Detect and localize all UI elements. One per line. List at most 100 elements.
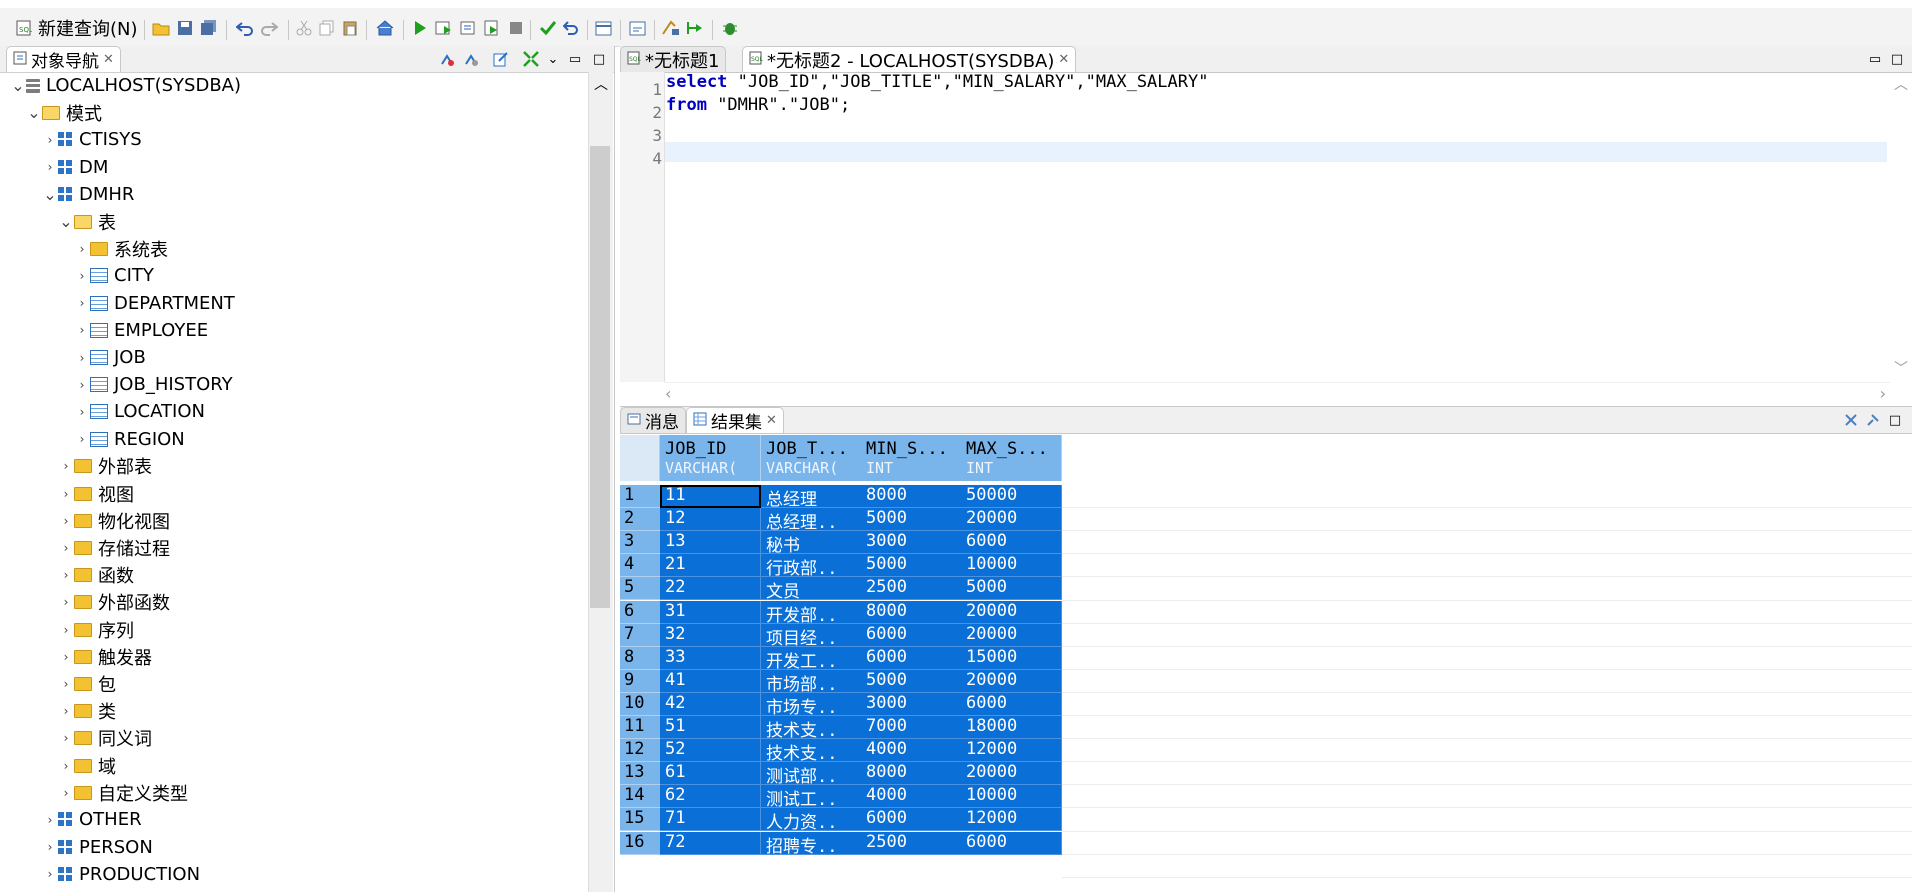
chevron-right-icon[interactable]: › — [42, 867, 58, 881]
tree-node[interactable]: › CTISYS — [42, 126, 142, 153]
tree-node[interactable]: › DM — [42, 154, 109, 181]
chevron-right-icon[interactable]: › — [58, 677, 74, 691]
grid-cell[interactable]: 20000 — [961, 623, 1062, 647]
chevron-right-icon[interactable]: › — [58, 541, 74, 555]
tree-node[interactable]: ⌄ LOCALHOST(SYSDBA) — [10, 72, 241, 99]
tree-node[interactable]: › REGION — [74, 426, 185, 453]
editor-horizontal-scrollbar[interactable]: ‹ › — [665, 382, 1890, 405]
explain-icon[interactable] — [460, 16, 478, 40]
chevron-right-icon[interactable]: › — [42, 160, 58, 174]
paste-icon[interactable] — [342, 16, 358, 40]
tree-node[interactable]: › 包 — [58, 670, 116, 697]
grid-cell[interactable]: 开发部.. — [761, 600, 862, 624]
row-number[interactable]: 2 — [620, 508, 660, 532]
grid-cell[interactable]: 62 — [660, 785, 761, 809]
grid-cell[interactable]: 3000 — [861, 692, 962, 716]
scroll-up-icon[interactable]: ︿ — [1894, 74, 1908, 94]
tree-node[interactable]: › 系统表 — [74, 235, 168, 262]
grid-cell[interactable]: 开发工.. — [761, 646, 862, 670]
grid-cell[interactable]: 31 — [660, 600, 761, 624]
pin-icon[interactable] — [1864, 411, 1882, 429]
grid-cell[interactable]: 20000 — [961, 508, 1062, 532]
column-header[interactable]: MIN_S... INT — [861, 435, 962, 481]
tree-node[interactable]: › PERSON — [42, 834, 153, 861]
tree-node[interactable]: › 类 — [58, 698, 116, 725]
row-number[interactable]: 14 — [620, 785, 660, 809]
grid-cell[interactable]: 18000 — [961, 716, 1062, 739]
grid-cell[interactable]: 61 — [660, 762, 761, 786]
code-line-1[interactable]: select "JOB_ID","JOB_TITLE","MIN_SALARY"… — [666, 72, 1208, 92]
grid-cell[interactable]: 6000 — [861, 646, 962, 670]
rollback-icon[interactable] — [563, 16, 579, 40]
grid-cell[interactable]: 招聘专.. — [761, 831, 862, 855]
maximize-icon[interactable]: □ — [1886, 411, 1904, 429]
grid-cell[interactable]: 8000 — [861, 600, 962, 624]
row-number[interactable]: 8 — [620, 646, 660, 670]
grid-cell[interactable]: 52 — [660, 739, 761, 763]
tab-object-navigator[interactable]: 对象导航 ✕ — [6, 46, 121, 72]
scroll-left-icon[interactable]: ‹ — [665, 384, 671, 403]
grid-cell[interactable]: 10000 — [961, 554, 1062, 578]
chevron-right-icon[interactable]: › — [58, 731, 74, 745]
grid-cell[interactable]: 6000 — [861, 623, 962, 647]
debug-step-icon[interactable] — [686, 16, 704, 40]
tree-node[interactable]: › JOB_HISTORY — [74, 371, 233, 398]
grid-cell[interactable]: 42 — [660, 692, 761, 716]
chevron-right-icon[interactable]: › — [42, 813, 58, 827]
grid-cell[interactable]: 22 — [660, 577, 761, 601]
grid-cell[interactable]: 4000 — [861, 785, 962, 809]
grid-cell[interactable]: 行政部.. — [761, 554, 862, 578]
grid-cell[interactable]: 21 — [660, 554, 761, 578]
minimize-icon[interactable]: ▭ — [566, 50, 584, 68]
row-number[interactable]: 9 — [620, 669, 660, 693]
grid-cell[interactable]: 6000 — [961, 692, 1062, 716]
tab-untitled-1[interactable]: SQL *无标题1 — [620, 46, 727, 72]
cut-icon[interactable] — [296, 16, 312, 40]
tree-node[interactable]: › PRODUCTION — [42, 861, 200, 888]
close-icon[interactable]: ✕ — [103, 52, 114, 67]
grid-cell[interactable]: 20000 — [961, 762, 1062, 786]
connect-icon[interactable] — [438, 50, 456, 68]
save-all-icon[interactable] — [200, 16, 218, 40]
run-file-icon[interactable] — [484, 16, 500, 40]
chevron-down-icon[interactable]: ⌄ — [58, 212, 74, 231]
chevron-right-icon[interactable]: › — [58, 786, 74, 800]
chevron-right-icon[interactable]: › — [74, 405, 90, 419]
navigator-scroll-thumb[interactable] — [590, 146, 610, 608]
close-icon[interactable]: ✕ — [1058, 52, 1069, 67]
save-icon[interactable] — [177, 16, 193, 40]
row-number[interactable]: 13 — [620, 762, 660, 786]
chevron-right-icon[interactable]: › — [74, 323, 90, 337]
tree-node[interactable]: › CITY — [74, 262, 154, 289]
grid-cell[interactable]: 6000 — [861, 808, 962, 832]
commit-icon[interactable] — [540, 16, 556, 40]
grid-cell[interactable]: 8000 — [861, 762, 962, 786]
row-number[interactable]: 3 — [620, 531, 660, 555]
calendar-icon[interactable] — [595, 16, 613, 40]
grid-cell[interactable]: 6000 — [961, 831, 1062, 855]
tree-node[interactable]: › 触发器 — [58, 643, 152, 670]
grid-cell[interactable]: 50000 — [961, 485, 1062, 508]
schedule-icon[interactable] — [629, 16, 647, 40]
grid-cell[interactable]: 33 — [660, 646, 761, 670]
tree-node[interactable]: › OTHER — [42, 806, 142, 833]
grid-cell[interactable]: 71 — [660, 808, 761, 832]
grid-cell[interactable]: 5000 — [861, 554, 962, 578]
grid-cell[interactable]: 7000 — [861, 716, 962, 739]
grid-cell[interactable]: 20000 — [961, 600, 1062, 624]
tree-node[interactable]: ›PURCHASING — [42, 888, 197, 892]
execute-script-icon[interactable] — [435, 16, 453, 40]
grid-cell[interactable]: 文员 — [761, 577, 862, 601]
grid-cell[interactable]: 72 — [660, 831, 761, 855]
chevron-right-icon[interactable]: › — [42, 840, 58, 854]
grid-cell[interactable]: 11 — [660, 485, 761, 508]
tree-node[interactable]: › EMPLOYEE — [74, 317, 208, 344]
grid-cell[interactable]: 5000 — [961, 577, 1062, 601]
grid-cell[interactable]: 4000 — [861, 739, 962, 763]
grid-cell[interactable]: 5000 — [861, 508, 962, 532]
chevron-right-icon[interactable]: › — [58, 459, 74, 473]
chevron-right-icon[interactable]: › — [74, 269, 90, 283]
open-folder-icon[interactable] — [152, 16, 170, 40]
chevron-right-icon[interactable]: › — [58, 595, 74, 609]
tree-node[interactable]: › JOB — [74, 344, 146, 371]
